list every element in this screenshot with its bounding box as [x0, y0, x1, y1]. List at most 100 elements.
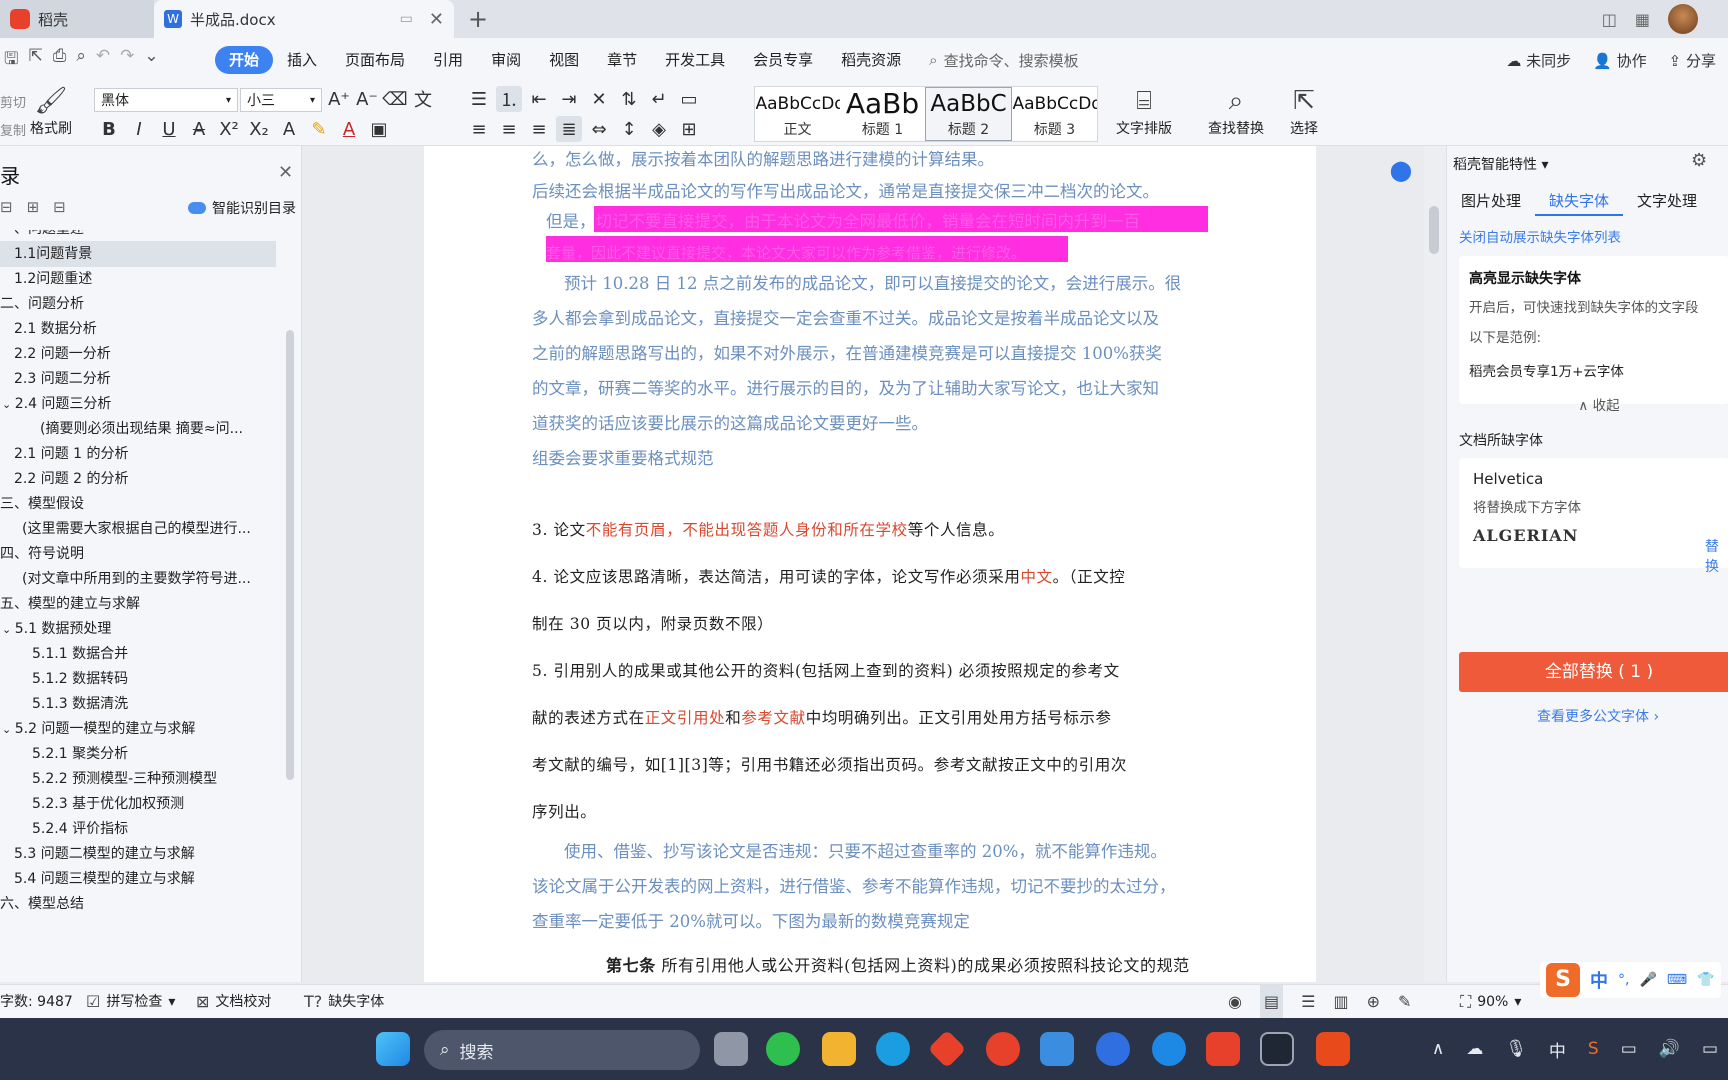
- toc-item[interactable]: 5.1.3 数据清洗: [0, 691, 276, 717]
- align-left-icon[interactable]: ≡: [466, 116, 492, 142]
- tab-missing-fonts[interactable]: 缺失字体: [1535, 186, 1624, 216]
- decrease-indent-icon[interactable]: ⇤: [526, 86, 552, 112]
- table-icon[interactable]: ▭: [676, 86, 702, 112]
- justify-icon[interactable]: ≣: [556, 116, 582, 142]
- tab-home[interactable]: 稻壳: [0, 0, 154, 38]
- share-button[interactable]: ⇪ 分享: [1669, 50, 1716, 71]
- sort-icon[interactable]: ⇅: [616, 86, 642, 112]
- toc-item[interactable]: ⌄ 5.2 问题一模型的建立与求解: [0, 716, 276, 742]
- smart-features-title[interactable]: 稻壳智能特性 ▾: [1453, 154, 1548, 174]
- char-border-icon[interactable]: ▣: [366, 116, 392, 142]
- read-view-icon[interactable]: ▥: [1333, 985, 1348, 1019]
- toc-item[interactable]: 2.2 问题一分析: [0, 341, 276, 367]
- replacement-font-name[interactable]: ALGERIAN: [1473, 526, 1715, 545]
- keyboard-icon[interactable]: ⌨: [1667, 972, 1687, 988]
- game-icon[interactable]: [1260, 1032, 1294, 1066]
- redo-icon[interactable]: ↷: [120, 46, 134, 75]
- toc-item[interactable]: 五、模型的建立与求解: [0, 591, 276, 617]
- menu-home[interactable]: 开始: [215, 46, 274, 74]
- smart-toc-button[interactable]: 智能识别目录: [188, 198, 296, 218]
- tray-overflow-icon[interactable]: ∧: [1432, 1039, 1444, 1059]
- web-view-icon[interactable]: ⊕: [1367, 985, 1380, 1019]
- missing-font-status-button[interactable]: T? 缺失字体: [304, 985, 384, 1019]
- distribute-icon[interactable]: ⇔: [586, 116, 612, 142]
- bold-icon[interactable]: B: [96, 116, 122, 142]
- netease-music-icon[interactable]: [986, 1032, 1020, 1066]
- bullet-list-icon[interactable]: ☰: [466, 86, 492, 112]
- punctuation-icon[interactable]: °,: [1618, 972, 1629, 988]
- skin-icon[interactable]: 👕: [1697, 972, 1714, 988]
- command-search[interactable]: ⌕ 查找命令、搜索模板: [929, 50, 1078, 71]
- shrink-font-icon[interactable]: A⁻: [354, 86, 380, 112]
- highlight-icon[interactable]: ✎: [306, 116, 332, 142]
- subscript-icon[interactable]: X₂: [246, 116, 272, 142]
- spell-check-button[interactable]: ☑ 拼写检查 ▾: [86, 985, 175, 1019]
- clear-format-icon[interactable]: ⌫: [382, 86, 408, 112]
- toc-item[interactable]: 1.1问题背景: [0, 241, 276, 267]
- eye-icon[interactable]: ◉: [1228, 985, 1242, 1019]
- phonetic-icon[interactable]: 文: [410, 86, 436, 112]
- export-icon[interactable]: ⇱: [28, 46, 42, 75]
- align-center-icon[interactable]: ≡: [496, 116, 522, 142]
- proofread-button[interactable]: ⊠ 文档校对: [196, 985, 271, 1019]
- toc-item[interactable]: 5.1.1 数据合并: [0, 641, 276, 667]
- toc-item[interactable]: ⌄ 5.1 数据预处理: [0, 616, 276, 642]
- toc-scrollbar[interactable]: [286, 330, 294, 780]
- network-icon[interactable]: ▭: [1621, 1039, 1637, 1059]
- chevron-down-icon[interactable]: ⌄: [2, 623, 15, 636]
- shading-icon[interactable]: ◈: [646, 116, 672, 142]
- new-tab-icon[interactable]: +: [468, 0, 488, 38]
- menu-insert[interactable]: 插入: [273, 46, 331, 74]
- toc-item[interactable]: 四、符号说明: [0, 541, 276, 567]
- text-layout-button[interactable]: ⌸ 文字排版: [1116, 84, 1172, 138]
- toc-item[interactable]: (对文章中所用到的主要数学符号进...: [0, 566, 276, 592]
- borders-icon[interactable]: ⊞: [676, 116, 702, 142]
- copy-button[interactable]: 复制: [0, 118, 26, 146]
- collab-button[interactable]: 👤 协作: [1593, 50, 1646, 71]
- style-heading-3[interactable]: AaBbCcDd 标题 3: [1012, 87, 1097, 141]
- battery-icon[interactable]: ▭: [1702, 1039, 1718, 1059]
- undo-icon[interactable]: ↶: [96, 46, 110, 75]
- menu-view[interactable]: 视图: [535, 46, 593, 74]
- document-scrollbar[interactable]: [1424, 146, 1446, 982]
- pen-icon[interactable]: ✎: [1398, 985, 1411, 1019]
- format-painter-button[interactable]: 🖌 格式刷: [30, 84, 72, 138]
- superscript-icon[interactable]: X²: [216, 116, 242, 142]
- menu-member[interactable]: 会员专享: [739, 46, 827, 74]
- style-heading-1[interactable]: AaBb 标题 1: [840, 87, 925, 141]
- collapse-button[interactable]: ∧ 收起: [1469, 394, 1728, 414]
- layout-switch-icon[interactable]: ◫: [1602, 10, 1617, 29]
- cloud-icon[interactable]: ☁: [1466, 1039, 1483, 1059]
- wps-app-icon[interactable]: [927, 1029, 967, 1069]
- toc-item[interactable]: 六、模型总结: [0, 891, 276, 917]
- numbered-list-icon[interactable]: ⒈: [496, 86, 522, 112]
- sogou-tray-icon[interactable]: S: [1588, 1039, 1599, 1059]
- chinese-layout-icon[interactable]: ✕: [586, 86, 612, 112]
- toc-item[interactable]: 三、模型假设: [0, 491, 276, 517]
- toc-item[interactable]: ⌄ 2.4 问题三分析: [0, 391, 276, 417]
- toc-item[interactable]: 二、问题分析: [0, 291, 276, 317]
- tab-text-processing[interactable]: 文字处理: [1623, 186, 1711, 216]
- browser-icon[interactable]: [1152, 1032, 1186, 1066]
- toc-item[interactable]: 2.2 问题 2 的分析: [0, 466, 276, 492]
- meeting-icon[interactable]: [1096, 1032, 1130, 1066]
- menu-section[interactable]: 章节: [593, 46, 651, 74]
- toc-item[interactable]: (摘要则必须出现结果 摘要≈问...: [0, 416, 276, 442]
- zoom-control[interactable]: ⛶ 90% ▾: [1460, 985, 1521, 1019]
- cut-button[interactable]: 剪切: [0, 90, 26, 118]
- toc-item[interactable]: 2.1 数据分析: [0, 316, 276, 342]
- strikethrough-icon[interactable]: A: [186, 116, 212, 142]
- location-pin-icon[interactable]: ⬤: [1386, 158, 1416, 190]
- style-normal[interactable]: AaBbCcDd 正文: [755, 87, 840, 141]
- toc-item[interactable]: 5.2.4 评价指标: [0, 816, 276, 842]
- toc-item[interactable]: 5.2.2 预测模型-三种预测模型: [0, 766, 276, 792]
- toc-item[interactable]: 5.1.2 数据转码: [0, 666, 276, 692]
- print-icon[interactable]: ⎙: [53, 46, 67, 75]
- menu-review[interactable]: 审阅: [477, 46, 535, 74]
- toc-item[interactable]: 2.3 问题二分析: [0, 366, 276, 392]
- italic-icon[interactable]: I: [126, 116, 152, 142]
- paragraph-mark-icon[interactable]: ↵: [646, 86, 672, 112]
- file-explorer-icon[interactable]: [822, 1032, 856, 1066]
- font-name-select[interactable]: 黑体 ▾: [94, 88, 238, 112]
- close-auto-show-link[interactable]: 关闭自动展示缺失字体列表: [1459, 226, 1621, 246]
